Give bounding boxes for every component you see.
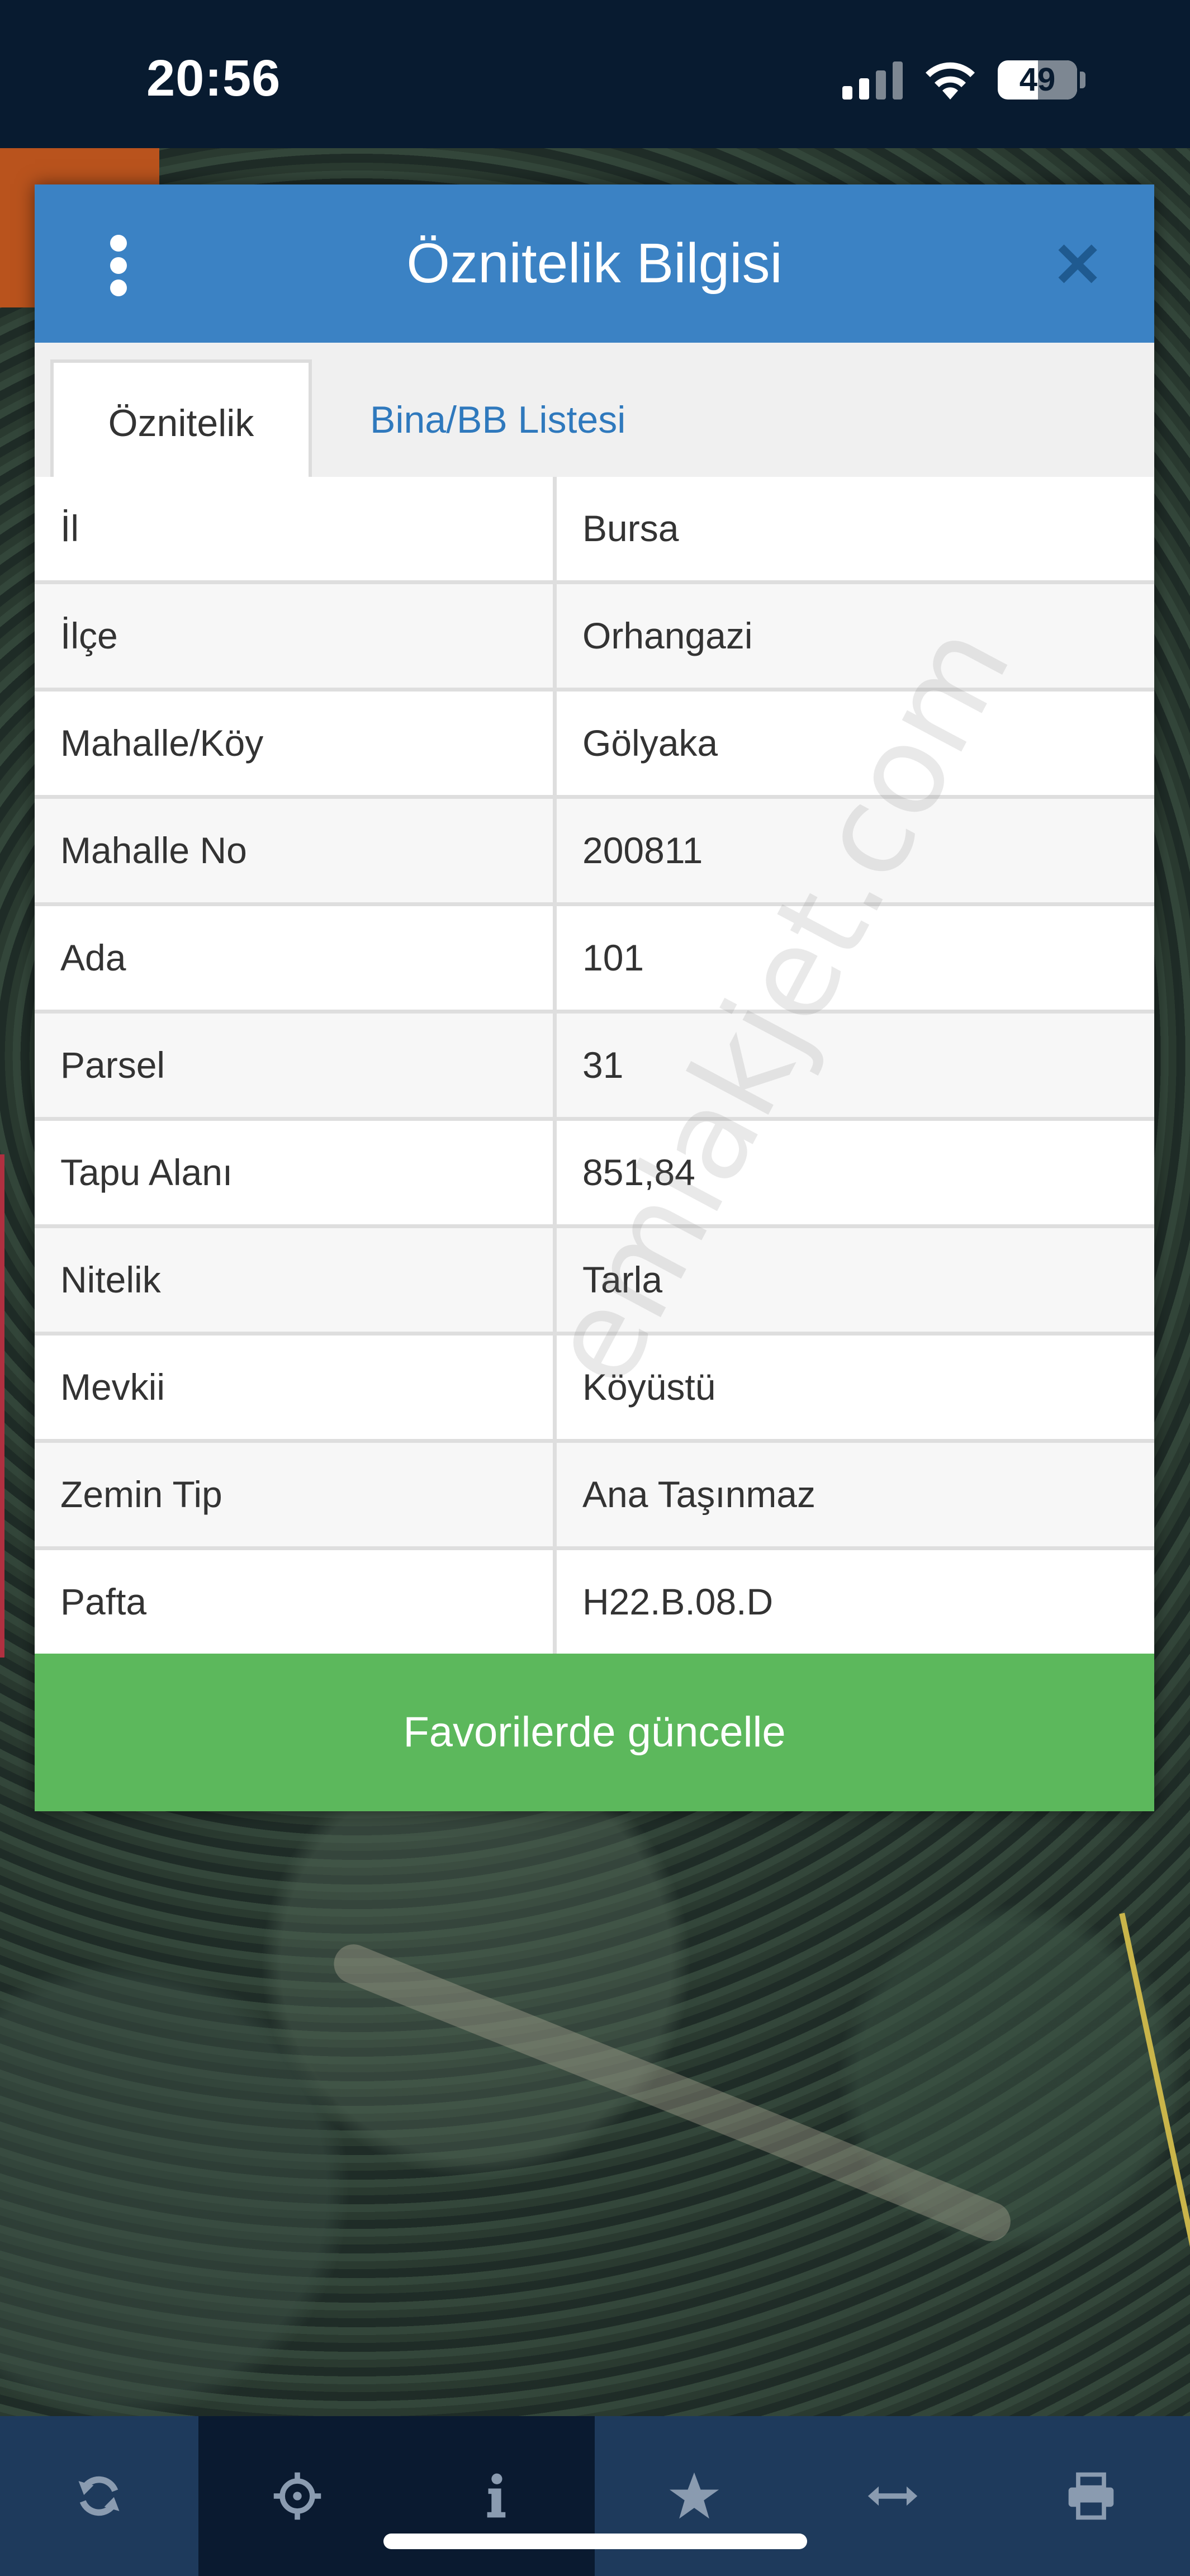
close-icon[interactable]: ✕ bbox=[1052, 235, 1103, 296]
star-icon bbox=[669, 2472, 719, 2519]
table-row: İl Bursa bbox=[35, 477, 1154, 584]
row-value: Tarla bbox=[582, 1259, 663, 1300]
bottom-toolbar bbox=[0, 2416, 1190, 2576]
row-label: Tapu Alanı bbox=[35, 1121, 557, 1224]
tab-building-list[interactable]: Bina/BB Listesi bbox=[370, 359, 625, 480]
row-value: H22.B.08.D bbox=[582, 1581, 774, 1622]
row-label: Nitelik bbox=[35, 1228, 557, 1332]
refresh-button[interactable] bbox=[0, 2416, 198, 2576]
refresh-icon bbox=[78, 2476, 120, 2516]
table-row: Mahalle/Köy Gölyaka bbox=[35, 692, 1154, 799]
status-bar: 20:56 49 bbox=[0, 0, 1190, 148]
row-value: Orhangazi bbox=[582, 615, 753, 656]
battery-tip bbox=[1080, 72, 1085, 88]
map-boundary-line bbox=[1119, 1912, 1190, 2297]
locate-button[interactable] bbox=[198, 2416, 397, 2576]
update-favorites-button[interactable]: Favorilerde güncelle bbox=[35, 1654, 1154, 1811]
more-vertical-icon[interactable] bbox=[102, 235, 135, 296]
row-value: 851,84 bbox=[582, 1152, 695, 1193]
row-label: Pafta bbox=[35, 1550, 557, 1654]
crosshair-icon bbox=[273, 2472, 321, 2520]
print-button[interactable] bbox=[992, 2416, 1190, 2576]
print-icon bbox=[1068, 2472, 1113, 2520]
map-road bbox=[328, 1938, 1017, 2247]
battery-icon: 49 bbox=[998, 60, 1077, 100]
table-row: Parsel 31 bbox=[35, 1014, 1154, 1121]
table-row: Pafta H22.B.08.D bbox=[35, 1550, 1154, 1658]
dialog-header: Öznitelik Bilgisi ✕ bbox=[35, 184, 1154, 343]
info-icon bbox=[487, 2473, 506, 2518]
map-parcel-line bbox=[0, 1154, 4, 1658]
table-row: Ada 101 bbox=[35, 906, 1154, 1014]
home-indicator[interactable] bbox=[383, 2534, 807, 2549]
row-value: Ana Taşınmaz bbox=[582, 1474, 816, 1515]
row-value: 101 bbox=[582, 937, 644, 978]
row-label: Mahalle No bbox=[35, 799, 557, 902]
tab-attribute-info[interactable]: Öznitelik Bilgisi bbox=[50, 359, 312, 565]
dialog-title: Öznitelik Bilgisi bbox=[406, 232, 783, 295]
row-label: İlçe bbox=[35, 584, 557, 688]
row-label: Ada bbox=[35, 906, 557, 1010]
status-time: 20:56 bbox=[146, 50, 281, 107]
table-row: Tapu Alanı 851,84 bbox=[35, 1121, 1154, 1228]
row-value: 31 bbox=[582, 1044, 624, 1086]
table-row: Mahalle No 200811 bbox=[35, 799, 1154, 906]
table-row: İlçe Orhangazi bbox=[35, 584, 1154, 692]
row-value: 200811 bbox=[582, 830, 703, 871]
favorites-button[interactable] bbox=[595, 2416, 793, 2576]
dialog-tabs: Öznitelik Bilgisi Bina/BB Listesi bbox=[35, 343, 1154, 565]
row-value: Köyüstü bbox=[582, 1366, 716, 1408]
battery-level: 49 bbox=[1019, 61, 1056, 98]
measure-button[interactable] bbox=[793, 2416, 992, 2576]
table-row: Zemin Tip Ana Taşınmaz bbox=[35, 1443, 1154, 1550]
row-value: Bursa bbox=[582, 508, 679, 549]
row-label: Mevkii bbox=[35, 1336, 557, 1439]
attribute-info-dialog: Öznitelik Bilgisi ✕ Öznitelik Bilgisi Bi… bbox=[35, 184, 1154, 1811]
row-label: Zemin Tip bbox=[35, 1443, 557, 1546]
wifi-icon bbox=[926, 62, 975, 100]
row-label: Parsel bbox=[35, 1014, 557, 1117]
cellular-signal-icon bbox=[842, 61, 903, 100]
row-label: Mahalle/Köy bbox=[35, 692, 557, 795]
row-label: İl bbox=[35, 477, 557, 580]
measure-arrows-icon bbox=[867, 2486, 917, 2506]
table-row: Nitelik Tarla bbox=[35, 1228, 1154, 1336]
info-button[interactable] bbox=[396, 2416, 595, 2576]
attribute-table: İl Bursa İlçe Orhangazi Mahalle/Köy Göly… bbox=[35, 477, 1154, 1658]
table-row: Mevkii Köyüstü bbox=[35, 1336, 1154, 1443]
row-value: Gölyaka bbox=[582, 722, 718, 764]
